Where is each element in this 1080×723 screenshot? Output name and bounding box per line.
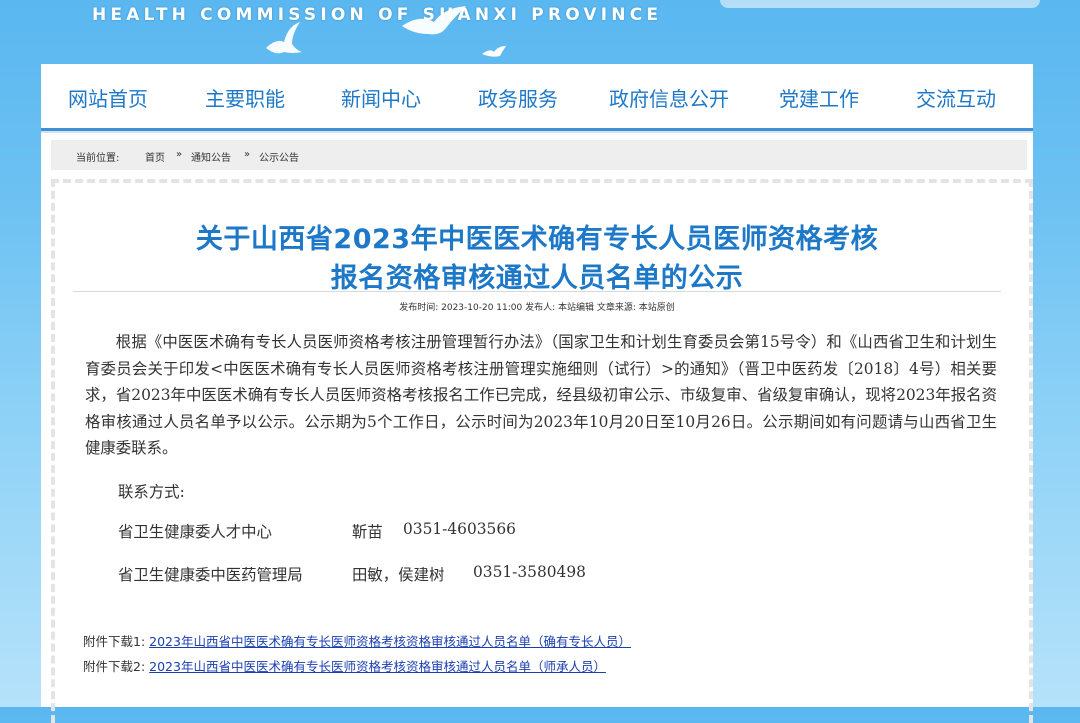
article-meta: 发布时间: 2023-10-20 11:00 发布人: 本站编辑 文章来源: 本… (399, 303, 675, 313)
attachment-link-1[interactable]: 2023年山西省中医医术确有专长医师资格考核资格审核通过人员名单（确有专长人员） (149, 634, 631, 649)
article-body: 根据《中医医术确有专长人员医师资格考核注册管理暂行办法》（国家卫生和计划生育委员… (85, 333, 997, 457)
title-divider (73, 291, 1001, 292)
contact-heading: 联系方式: (118, 483, 185, 501)
nav-item-party[interactable]: 党建工作 (779, 83, 859, 112)
attachment-row: 附件下载1: 2023年山西省中医医术确有专长医师资格考核资格审核通过人员名单（… (83, 631, 631, 650)
contact-phone: 0351-3580498 (473, 563, 586, 581)
site-header: HEALTH COMMISSION OF SHANXI PROVINCE (0, 0, 1080, 64)
article-title-line2: 报名资格审核通过人员名单的公示 (330, 263, 744, 294)
breadcrumb-notices[interactable]: 通知公告 (191, 149, 231, 164)
breadcrumb-prefix: 当前位置: (76, 153, 120, 164)
site-title: HEALTH COMMISSION OF SHANXI PROVINCE (92, 5, 663, 25)
dove-icon (266, 22, 302, 54)
attachment-label: 附件下载2: (83, 659, 146, 674)
contact-org: 省卫生健康委人才中心 (118, 523, 272, 541)
cloud-decoration (720, 0, 1040, 8)
nav-divider (41, 131, 1033, 133)
contact-person: 靳苗 (352, 523, 383, 541)
breadcrumb-sep: » (176, 149, 183, 160)
dove-icon (402, 6, 466, 35)
nav-item-services[interactable]: 政务服务 (478, 83, 558, 112)
nav-item-functions[interactable]: 主要职能 (205, 83, 285, 112)
nav-item-home[interactable]: 网站首页 (68, 83, 148, 112)
breadcrumb-sep: » (244, 149, 251, 160)
main-panel: 网站首页 主要职能 新闻中心 政务服务 政府信息公开 党建工作 交流互动 当前位… (41, 64, 1033, 723)
breadcrumb-home[interactable]: 首页 (145, 149, 165, 164)
contact-org: 省卫生健康委中医药管理局 (118, 566, 303, 584)
contact-phone: 0351-4603566 (403, 520, 516, 538)
article-title-line1: 关于山西省2023年中医医术确有专长人员医师资格考核 (195, 224, 879, 255)
attachment-row: 附件下载2: 2023年山西省中医医术确有专长医师资格考核资格审核通过人员名单（… (83, 656, 606, 675)
contact-person: 田敏，侯建树 (352, 566, 445, 584)
attachment-link-2[interactable]: 2023年山西省中医医术确有专长医师资格考核资格审核通过人员名单（师承人员） (149, 659, 606, 674)
attachment-label: 附件下载1: (83, 634, 146, 649)
dove-icon (482, 46, 506, 57)
main-nav: 网站首页 主要职能 新闻中心 政务服务 政府信息公开 党建工作 交流互动 (41, 64, 1033, 132)
breadcrumb: 当前位置: 首页 » 通知公告 » 公示公告 (51, 140, 1027, 170)
nav-item-info-public[interactable]: 政府信息公开 (609, 83, 729, 112)
breadcrumb-current[interactable]: 公示公告 (259, 149, 299, 164)
nav-item-news[interactable]: 新闻中心 (341, 83, 421, 112)
nav-item-interaction[interactable]: 交流互动 (916, 83, 996, 112)
